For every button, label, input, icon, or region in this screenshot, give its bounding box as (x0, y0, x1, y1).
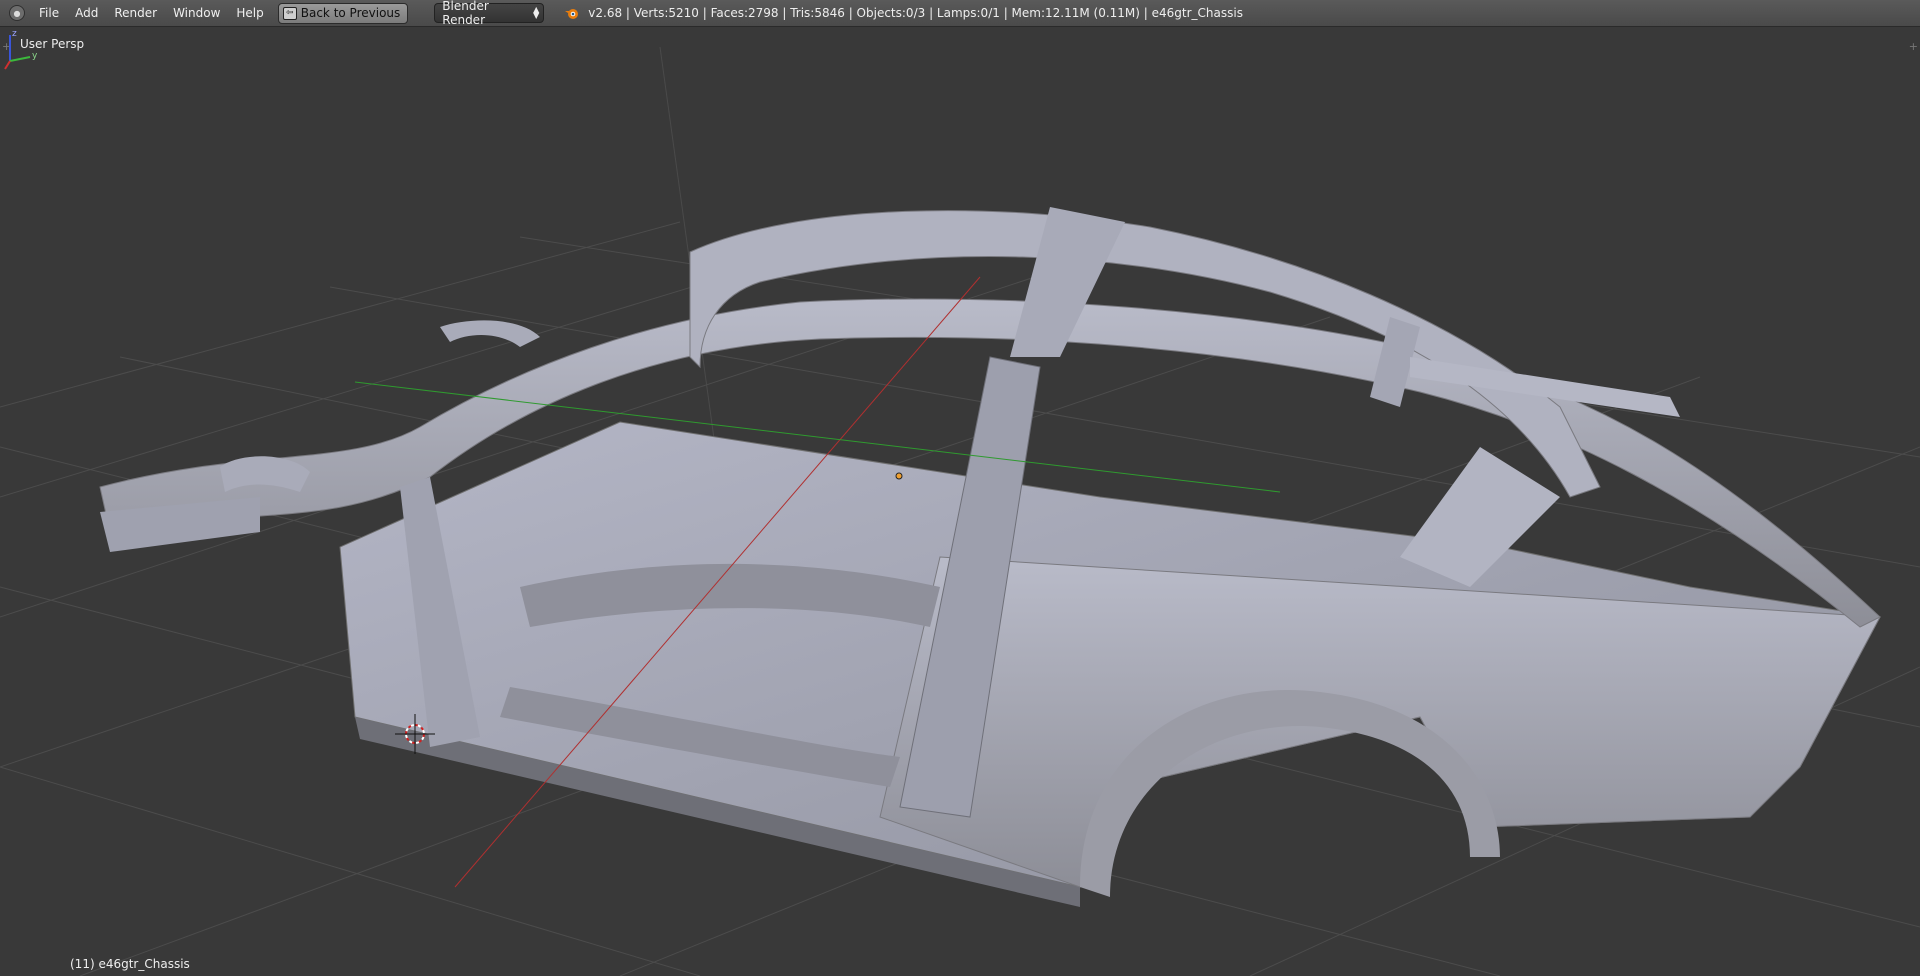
active-object-label: (11) e46gtr_Chassis (70, 957, 190, 971)
menu-add[interactable]: Add (67, 6, 106, 20)
menu-window[interactable]: Window (165, 6, 228, 20)
blender-logo-icon (565, 9, 579, 19)
car-chassis-mesh[interactable] (99, 207, 1881, 907)
back-arrow-icon: ⇦ (282, 6, 297, 20)
gizmo-z-label: z (12, 29, 17, 39)
menu-render[interactable]: Render (106, 6, 165, 20)
editor-type-icon[interactable]: ● (9, 5, 25, 21)
updown-arrows-icon: ▲ ▼ (533, 5, 540, 20)
properties-expand-icon[interactable]: + (1909, 40, 1918, 53)
object-origin-dot[interactable] (895, 472, 903, 480)
gizmo-y-label: y (32, 51, 38, 61)
3d-viewport[interactable]: + + User Persp z y (11) e46gtr_Chassis (0, 27, 1920, 976)
render-engine-value: Blender Render (442, 0, 489, 27)
axis-gizmo-icon: z y (4, 29, 38, 70)
info-header: ● File Add Render Window Help ⇦ Back to … (0, 0, 1920, 27)
back-to-previous-button[interactable]: ⇦ Back to Previous (277, 2, 409, 24)
render-engine-select[interactable]: Blender Render ▲ ▼ (434, 0, 545, 27)
menu-help[interactable]: Help (228, 6, 271, 20)
menu-file[interactable]: File (31, 6, 67, 20)
scene-stats: v2.68 | Verts:5210 | Faces:2798 | Tris:5… (588, 6, 1243, 20)
back-to-previous-label: Back to Previous (300, 6, 401, 20)
viewport-canvas[interactable] (0, 27, 1920, 976)
